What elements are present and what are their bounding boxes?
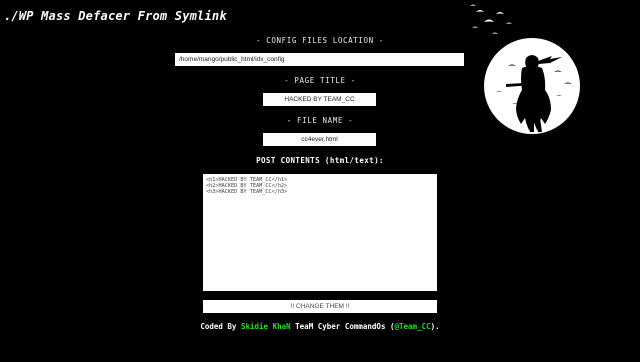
file-name-input[interactable]	[263, 133, 376, 146]
page-title: ./WP Mass Defacer From Symlink	[4, 9, 227, 23]
moon-ninja-crows-icon	[470, 4, 580, 134]
post-contents-label: POST CONTENTS (html/text):	[256, 156, 384, 165]
page-title-input[interactable]	[263, 93, 376, 106]
config-location-input[interactable]	[175, 53, 464, 66]
footer-author: Skidie KhaN	[240, 322, 291, 331]
footer-suffix: ).	[430, 322, 440, 331]
footer-handle: @Team_CC	[394, 322, 431, 331]
post-contents-textarea[interactable]: <h1>HACKED BY TEAM_CC</h1> <h2>HACKED BY…	[203, 174, 437, 291]
footer-prefix: Coded By	[200, 322, 241, 331]
change-them-button[interactable]: !! CHANGE THEM !!	[203, 300, 437, 313]
footer-credits: Coded By Skidie KhaN TeaM Cyber CommandO…	[0, 322, 640, 331]
footer-middle: TeaM Cyber CommandOs (	[290, 322, 395, 331]
